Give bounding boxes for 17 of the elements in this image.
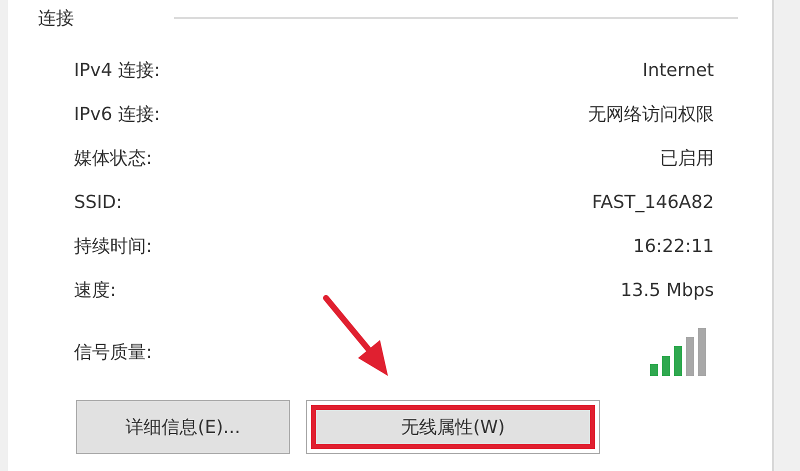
field-label: IPv4 连接: [74, 59, 160, 82]
field-value: 已启用 [660, 147, 714, 170]
field-label: 媒体状态: [74, 147, 152, 170]
field-value: 无网络访问权限 [588, 103, 714, 126]
field-value: FAST_146A82 [592, 192, 714, 212]
dialog-button[interactable]: 无线属性(W) [306, 400, 600, 454]
field-label: IPv6 连接: [74, 103, 160, 126]
group-title: 连接 [38, 7, 74, 30]
field-label: 信号质量: [74, 341, 152, 364]
field-label: SSID: [74, 192, 122, 212]
field-value: 16:22:11 [633, 236, 714, 256]
field-value: Internet [642, 60, 714, 80]
field-label: 持续时间: [74, 235, 152, 258]
field-value: 13.5 Mbps [620, 280, 714, 300]
dialog-button[interactable]: 详细信息(E)... [76, 400, 290, 454]
field-label: 速度: [74, 279, 116, 302]
signal-strength-icon [650, 328, 706, 376]
